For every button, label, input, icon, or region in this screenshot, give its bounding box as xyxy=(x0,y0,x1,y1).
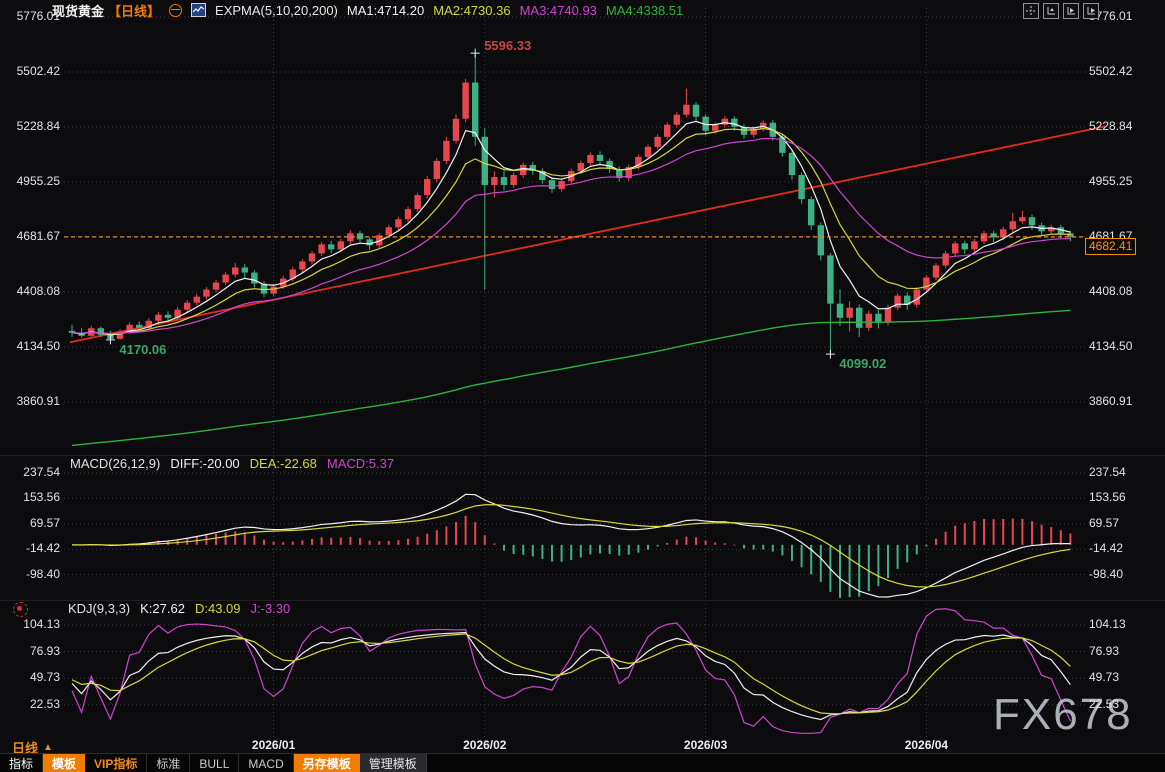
last-price-badge: 4682.41 xyxy=(1085,238,1136,255)
macd-axis-label: -14.42 xyxy=(1089,541,1123,555)
ma4-value: MA4:4338.51 xyxy=(606,3,683,18)
kdj-axis-label: 76.93 xyxy=(0,644,60,658)
tab-管理模板[interactable]: 管理模板 xyxy=(360,754,427,772)
price-axis-label: 4134.50 xyxy=(1089,339,1132,353)
price-annotation: 4099.02 xyxy=(839,356,886,371)
ma2-value: MA2:4730.36 xyxy=(433,3,510,18)
chart-toolbar xyxy=(1023,3,1099,19)
price-annotation: 5596.33 xyxy=(484,38,531,53)
axis-shift-right-tool-icon[interactable] xyxy=(1083,3,1099,19)
chart-app-window: 5596.334170.064099.02 FX678 现货黄金 【日线】 EX… xyxy=(0,0,1165,772)
price-axis-label: 3860.91 xyxy=(1089,394,1132,408)
kdj-axis-label: 49.73 xyxy=(0,670,60,684)
macd-axis-label: -14.42 xyxy=(0,541,60,555)
period-tag[interactable]: 【日线】 xyxy=(108,1,160,20)
macd-axis-label: 153.56 xyxy=(1089,490,1126,504)
price-axis-label: 4955.25 xyxy=(1089,174,1132,188)
macd-dea-value: DEA:-22.68 xyxy=(250,456,317,471)
price-axis-label: 5502.42 xyxy=(1089,64,1132,78)
price-annotation: 4170.06 xyxy=(119,342,166,357)
chart-canvas[interactable]: 5596.33 4170.06 4099.02 xyxy=(0,0,1165,753)
kdj-k-value: K:27.62 xyxy=(140,601,185,616)
kdj-axis-label: 22.53 xyxy=(0,697,60,711)
chart-header: 现货黄金 【日线】 EXPMA(5,10,20,200) MA1:4714.20… xyxy=(52,2,683,18)
tab-MACD[interactable]: MACD xyxy=(239,754,293,772)
macd-macd-value: MACD:5.37 xyxy=(327,456,394,471)
time-axis-label: 2026/03 xyxy=(684,738,727,752)
price-axis-label: 4681.67 xyxy=(0,229,60,243)
kdj-axis-label: 104.13 xyxy=(1089,617,1126,631)
price-axis-label: 4408.08 xyxy=(0,284,60,298)
macd-axis-label: -98.40 xyxy=(1089,567,1123,581)
price-axis-label: 3860.91 xyxy=(0,394,60,408)
ma1-value: MA1:4714.20 xyxy=(347,3,424,18)
price-axis-label: 4955.25 xyxy=(0,174,60,188)
kdj-axis-label: 49.73 xyxy=(1089,670,1119,684)
symbol-name: 现货黄金 xyxy=(52,1,104,20)
macd-title: MACD(26,12,9) xyxy=(70,456,160,471)
time-axis-label: 2026/02 xyxy=(463,738,506,752)
macd-axis-label: 153.56 xyxy=(0,490,60,504)
collapse-indicator-icon[interactable] xyxy=(169,4,182,17)
mini-chart-icon[interactable] xyxy=(191,3,206,17)
axis-scale-left-tool-icon[interactable] xyxy=(1043,3,1059,19)
kdj-j-value: J:-3.30 xyxy=(251,601,291,616)
alert-dot-icon[interactable] xyxy=(13,602,28,617)
kdj-axis-label: 76.93 xyxy=(1089,644,1119,658)
macd-axis-label: 69.57 xyxy=(0,516,60,530)
kdj-axis-label: 104.13 xyxy=(0,617,60,631)
price-axis-label: 4134.50 xyxy=(0,339,60,353)
tab-VIP指标[interactable]: VIP指标 xyxy=(85,754,147,772)
tab-指标[interactable]: 指标 xyxy=(0,754,43,772)
ma3-value: MA3:4740.93 xyxy=(520,3,597,18)
tab-标准[interactable]: 标准 xyxy=(147,754,190,772)
price-axis-label: 5502.42 xyxy=(0,64,60,78)
kdj-d-value: D:43.09 xyxy=(195,601,241,616)
macd-pane-header: MACD(26,12,9) DIFF:-20.00 DEA:-22.68 MAC… xyxy=(70,456,394,471)
price-axis-label: 5776.01 xyxy=(0,9,60,23)
price-axis-label: 5228.84 xyxy=(1089,119,1132,133)
axis-scale-play-tool-icon[interactable] xyxy=(1063,3,1079,19)
tab-另存模板[interactable]: 另存模板 xyxy=(294,754,360,772)
price-axis-label: 5228.84 xyxy=(0,119,60,133)
macd-axis-label: 237.54 xyxy=(0,465,60,479)
macd-axis-label: 69.57 xyxy=(1089,516,1119,530)
time-axis-label: 2026/01 xyxy=(252,738,295,752)
kdj-title: KDJ(9,3,3) xyxy=(68,601,130,616)
time-axis-label: 2026/04 xyxy=(905,738,948,752)
timeframe-arrow-icon: ▲ xyxy=(43,742,53,753)
macd-axis-label: 237.54 xyxy=(1089,465,1126,479)
macd-diff-value: DIFF:-20.00 xyxy=(170,456,239,471)
indicator-name-label: EXPMA(5,10,20,200) xyxy=(215,3,338,18)
kdj-pane-header: KDJ(9,3,3) K:27.62 D:43.09 J:-3.30 xyxy=(68,601,290,616)
tab-模板[interactable]: 模板 xyxy=(43,754,85,772)
macd-axis-label: -98.40 xyxy=(0,567,60,581)
bottom-tab-bar: 指标模板VIP指标标准BULLMACD另存模板管理模板 xyxy=(0,753,1165,772)
tab-BULL[interactable]: BULL xyxy=(190,754,239,772)
crosshair-tool-icon[interactable] xyxy=(1023,3,1039,19)
price-axis-label: 4408.08 xyxy=(1089,284,1132,298)
kdj-axis-label: 22.53 xyxy=(1089,697,1119,711)
